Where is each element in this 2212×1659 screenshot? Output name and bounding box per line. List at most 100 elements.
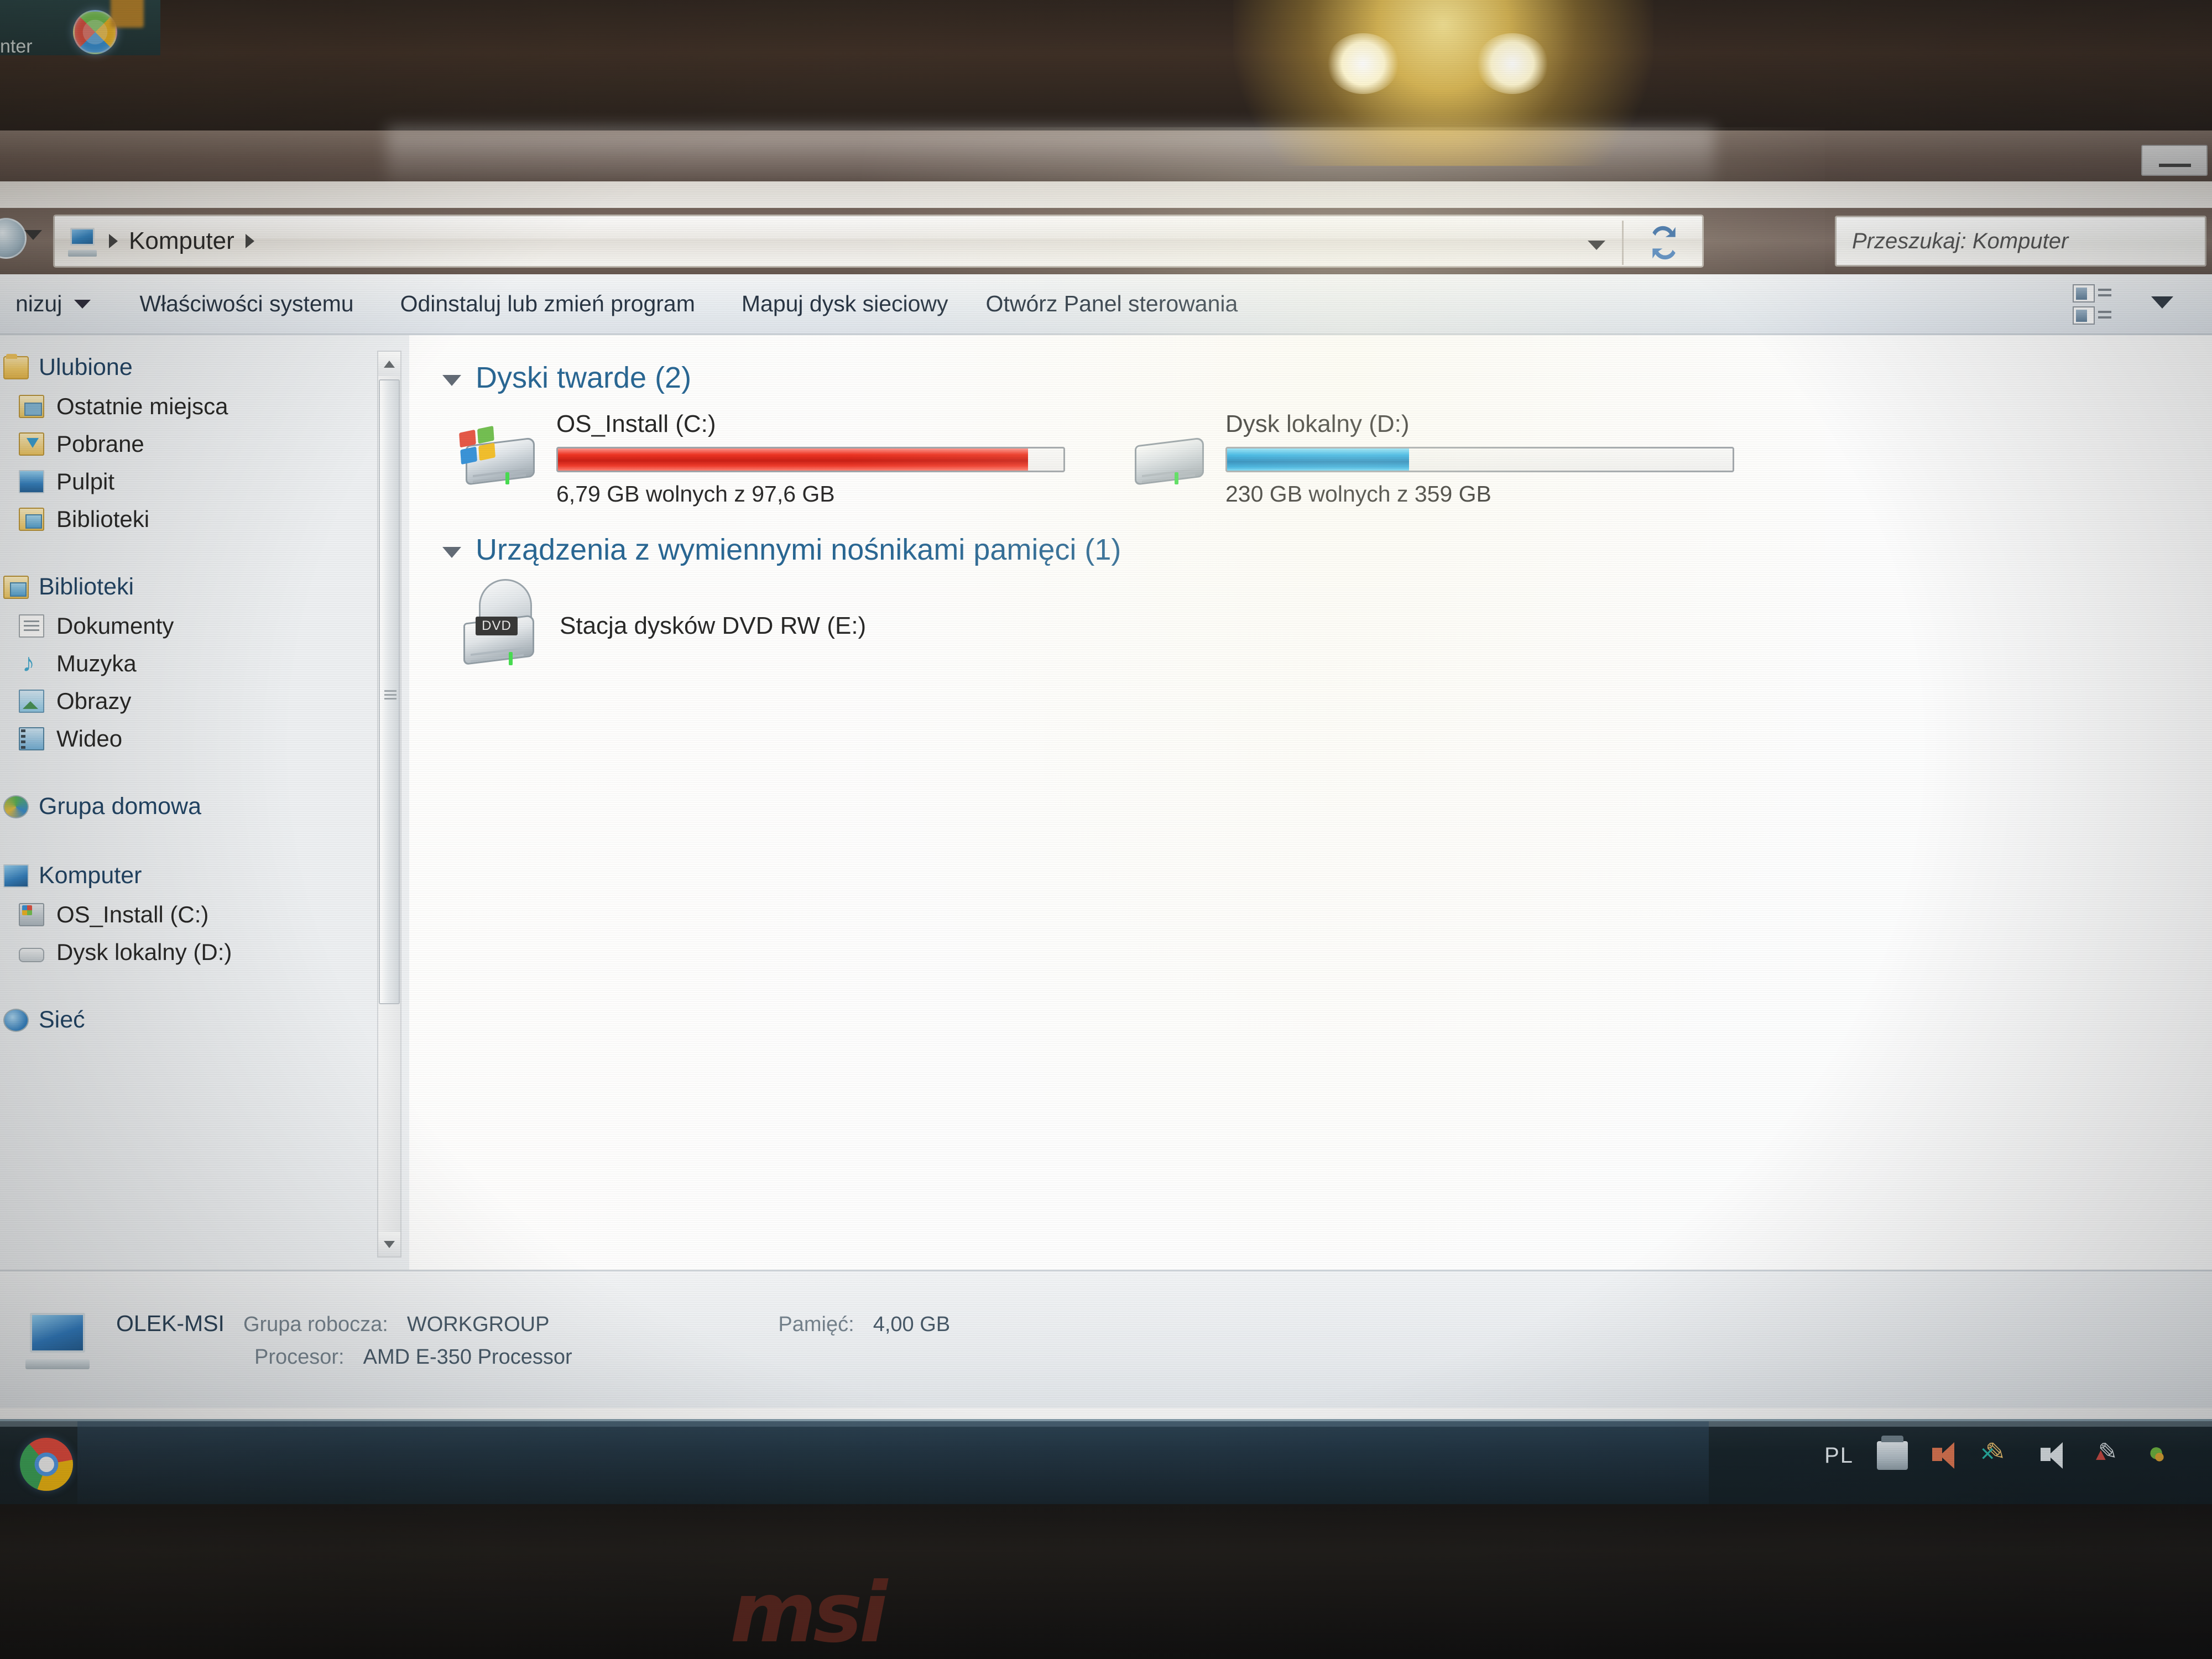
homegroup-icon bbox=[3, 795, 29, 818]
sidebar-item-desktop[interactable]: Pulpit bbox=[0, 463, 409, 500]
removable-devices-list: DVD Stacja dysków DVD RW (E:) bbox=[442, 579, 2212, 673]
device-name[interactable]: Stacja dysków DVD RW (E:) bbox=[560, 612, 866, 640]
music-icon bbox=[19, 648, 44, 677]
sidebar-item-documents[interactable]: Dokumenty bbox=[0, 607, 409, 645]
sidebar-item-os-install-c[interactable]: OS_Install (C:) bbox=[0, 896, 409, 933]
system-drive-icon bbox=[19, 903, 44, 926]
sidebar-group-homegroup[interactable]: Grupa domowa bbox=[0, 786, 409, 827]
refresh-button[interactable] bbox=[1631, 221, 1697, 265]
sidebar-item-label: Wideo bbox=[56, 726, 123, 752]
capacity-meter-fill bbox=[1227, 448, 1410, 471]
sidebar-group-favorites[interactable]: Ulubione bbox=[0, 347, 409, 388]
organize-button[interactable]: nizuj bbox=[0, 291, 106, 317]
breadcrumb-komputer[interactable]: Komputer bbox=[129, 227, 234, 255]
drive-free-space: 230 GB wolnych z 359 GB bbox=[1225, 481, 1491, 507]
sidebar-item-label: Biblioteki bbox=[56, 506, 150, 532]
dvd-badge: DVD bbox=[476, 617, 518, 635]
toolbar-item-system-properties[interactable]: Właściwości systemu bbox=[106, 291, 369, 317]
computer-icon bbox=[3, 864, 29, 888]
sidebar-group-libraries[interactable]: Biblioteki bbox=[0, 567, 409, 607]
organize-label: nizuj bbox=[15, 291, 62, 316]
sidebar-item-recent-places[interactable]: Ostatnie miejsca bbox=[0, 388, 409, 425]
address-bar[interactable]: Komputer bbox=[53, 215, 1704, 268]
sidebar-group-label: Biblioteki bbox=[39, 573, 134, 600]
details-pane: OLEK-MSI Grupa robocza: WORKGROUP Pamięć… bbox=[0, 1270, 2212, 1408]
drive-name: OS_Install (C:) bbox=[556, 410, 716, 437]
toolbar-item-map-network-drive[interactable]: Mapuj dysk sieciowy bbox=[711, 291, 964, 317]
sidebar-group-label: Ulubione bbox=[39, 354, 133, 380]
pictures-icon bbox=[19, 690, 44, 713]
sidebar-item-pictures[interactable]: Obrazy bbox=[0, 682, 409, 720]
system-tray: PL bbox=[1824, 1436, 2179, 1470]
sidebar-item-downloads[interactable]: Pobrane bbox=[0, 425, 409, 463]
breadcrumb-separator-trailing-icon[interactable] bbox=[245, 234, 254, 248]
display-icon[interactable] bbox=[1877, 1436, 1908, 1470]
group-header-hard-drives[interactable]: Dyski twarde (2) bbox=[442, 361, 2212, 395]
sidebar-item-music[interactable]: Muzyka bbox=[0, 645, 409, 682]
group-header-removable-devices[interactable]: Urządzenia z wymiennymi nośnikami pamięc… bbox=[442, 533, 2212, 567]
drive-item-dysk-lokalny-d[interactable]: Dysk lokalny (D:) 230 GB wolnych z 359 G… bbox=[1131, 407, 1734, 507]
processor-label: Procesor: bbox=[254, 1345, 345, 1369]
background-window-title: nter bbox=[0, 36, 33, 57]
scroll-down-icon[interactable] bbox=[378, 1232, 400, 1256]
sidebar-group-label: Grupa domowa bbox=[39, 793, 201, 820]
sidebar-group-computer[interactable]: Komputer bbox=[0, 855, 409, 896]
toolbar-item-uninstall-program[interactable]: Odinstaluj lub zmień program bbox=[369, 291, 711, 317]
scrollbar-thumb[interactable] bbox=[379, 379, 400, 1004]
sidebar-group-label: Komputer bbox=[39, 862, 142, 889]
network-icon bbox=[3, 1008, 29, 1032]
organize-chevron-down-icon bbox=[74, 299, 91, 309]
search-input[interactable]: Przeszukaj: Komputer bbox=[1835, 216, 2206, 267]
network-config-icon[interactable] bbox=[1980, 1438, 2016, 1470]
language-indicator[interactable]: PL bbox=[1824, 1443, 1854, 1468]
window-titlebar bbox=[0, 131, 2212, 208]
sidebar-group-network[interactable]: Sieć bbox=[0, 1000, 409, 1040]
group-title: Urządzenia z wymiennymi nośnikami pamięc… bbox=[476, 533, 1121, 566]
documents-icon bbox=[19, 614, 44, 638]
drive-item-os-install-c[interactable]: OS_Install (C:) 6,79 GB wolnych z 97,6 G… bbox=[459, 407, 1065, 507]
view-chevron-down-icon[interactable] bbox=[2151, 296, 2173, 309]
status-dots-icon[interactable] bbox=[2148, 1436, 2179, 1470]
drive-free-space: 6,79 GB wolnych z 97,6 GB bbox=[556, 481, 835, 507]
toolbar-item-label: Mapuj dysk sieciowy bbox=[741, 291, 948, 316]
speaker-orange-icon[interactable] bbox=[1931, 1441, 1962, 1470]
change-view-button[interactable] bbox=[2070, 283, 2112, 326]
back-button[interactable] bbox=[0, 218, 27, 259]
sidebar-item-label: Pobrane bbox=[56, 431, 144, 457]
navigation-pane: Ulubione Ostatnie miejsca Pobrane Pulpit… bbox=[0, 335, 409, 1270]
capacity-meter bbox=[556, 447, 1065, 472]
drive-name: Dysk lokalny (D:) bbox=[1225, 410, 1410, 437]
capacity-meter bbox=[1225, 447, 1734, 472]
sidebar-item-label: Pulpit bbox=[56, 468, 115, 494]
recent-places-icon bbox=[19, 395, 44, 418]
google-chrome-icon[interactable] bbox=[20, 1438, 73, 1491]
sidebar-item-libraries-fav[interactable]: Biblioteki bbox=[0, 500, 409, 538]
sidebar-item-label: Dokumenty bbox=[56, 613, 174, 639]
memory-value: 4,00 GB bbox=[873, 1312, 951, 1336]
recent-locations-chevron-down-icon[interactable] bbox=[24, 230, 42, 240]
sidebar-item-dysk-lokalny-d[interactable]: Dysk lokalny (D:) bbox=[0, 933, 409, 971]
toolbar-item-open-control-panel[interactable]: Otwórz Panel sterowania bbox=[964, 291, 1254, 317]
toolbar-item-label: Otwórz Panel sterowania bbox=[985, 291, 1238, 316]
address-dropdown-chevron-down-icon[interactable] bbox=[1588, 241, 1605, 250]
sidebar-scrollbar[interactable] bbox=[377, 351, 401, 1258]
address-divider bbox=[1622, 221, 1624, 265]
sidebar-item-label: Dysk lokalny (D:) bbox=[56, 939, 232, 965]
system-hard-drive-icon bbox=[459, 425, 540, 492]
shield-warning-icon[interactable] bbox=[2093, 1438, 2125, 1470]
scroll-up-icon[interactable] bbox=[378, 352, 400, 376]
brand-logo: msi bbox=[730, 1565, 888, 1659]
group-title: Dyski twarde (2) bbox=[476, 361, 692, 394]
sidebar-item-video[interactable]: Wideo bbox=[0, 720, 409, 758]
volume-icon[interactable] bbox=[2039, 1441, 2070, 1470]
triangle-collapse-icon[interactable] bbox=[442, 375, 461, 386]
sidebar-group-label: Sieć bbox=[39, 1006, 85, 1033]
triangle-collapse-icon[interactable] bbox=[442, 547, 461, 558]
navigation-bar: Komputer Przeszukaj: Komputer bbox=[0, 208, 2212, 274]
breadcrumb-separator-icon bbox=[109, 234, 118, 248]
minimize-button[interactable] bbox=[2141, 145, 2208, 176]
explorer-window: Komputer Przeszukaj: Komputer nizuj Właś… bbox=[0, 131, 2212, 1419]
